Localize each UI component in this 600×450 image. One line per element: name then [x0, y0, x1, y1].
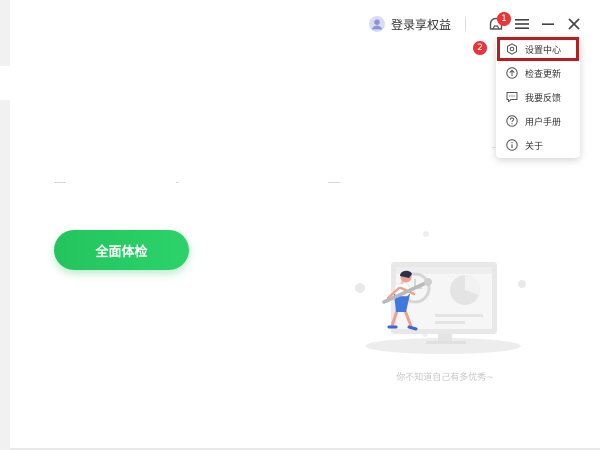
annotation-marker-1: 1 [497, 12, 511, 26]
divider-dash [176, 182, 179, 183]
divider-dash [328, 182, 340, 183]
left-edge-notch [0, 66, 10, 100]
menu-item-about[interactable]: 关于 [496, 133, 580, 157]
login-button[interactable]: 登录享权益 [368, 16, 451, 33]
close-button[interactable] [564, 14, 584, 34]
title-bar: 登录享权益 [368, 12, 584, 36]
menu-highlight-box [497, 37, 579, 61]
hamburger-menu-icon [515, 19, 529, 29]
avatar-icon [368, 16, 385, 32]
chat-bubble-icon [506, 91, 518, 103]
main-menu-button[interactable] [512, 14, 532, 34]
menu-item-label: 我要反馈 [525, 93, 562, 104]
minimize-icon [542, 23, 554, 25]
slogan-text: 你不知道自己有多优秀~ [396, 373, 494, 383]
title-separator [465, 17, 466, 31]
question-icon [506, 115, 518, 127]
minimize-button[interactable] [538, 14, 558, 34]
empty-state-illustration [355, 231, 526, 354]
divider-dash [492, 147, 496, 148]
info-icon [506, 139, 518, 151]
menu-item-label: 检查更新 [525, 69, 562, 80]
menu-item-feedback[interactable]: 我要反馈 [496, 85, 580, 109]
menu-item-label: 用户手册 [525, 117, 562, 128]
menu-item-label: 关于 [525, 141, 544, 152]
menu-item-check-update[interactable]: 检查更新 [496, 61, 580, 85]
full-checkup-button[interactable]: 全面体检 [54, 230, 189, 270]
close-icon [568, 18, 580, 30]
menu-item-user-manual[interactable]: 用户手册 [496, 109, 580, 133]
login-label: 登录享权益 [390, 17, 451, 32]
annotation-marker-2: 2 [473, 41, 487, 55]
divider-dash [54, 182, 66, 183]
upload-arrow-icon [506, 67, 518, 79]
